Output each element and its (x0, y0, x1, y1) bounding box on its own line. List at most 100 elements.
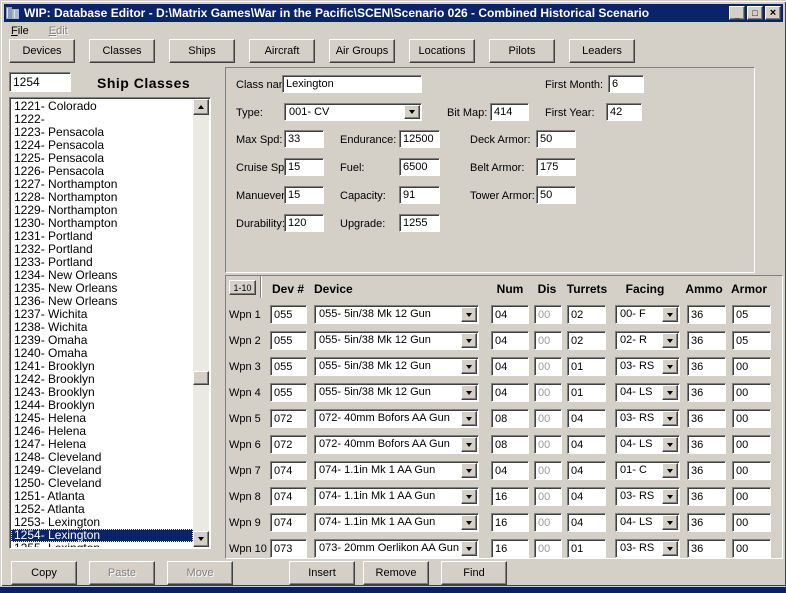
num-input[interactable] (491, 331, 529, 350)
dev-number-input[interactable] (270, 331, 307, 350)
weapons-range-button[interactable]: 1-10 (229, 280, 256, 295)
dis-input[interactable] (534, 383, 562, 402)
endurance-input[interactable] (399, 130, 440, 148)
dis-input[interactable] (534, 357, 562, 376)
dev-number-input[interactable] (270, 539, 307, 558)
footer-button[interactable]: Find (441, 561, 507, 585)
num-input[interactable] (491, 461, 529, 480)
armor-input[interactable] (732, 539, 771, 558)
facing-dropdown-button[interactable] (662, 515, 678, 530)
belt-armor-input[interactable] (536, 158, 576, 176)
scroll-up-button[interactable] (193, 99, 209, 115)
device-dropdown[interactable]: 055- 5in/38 Mk 12 Gun (314, 305, 479, 324)
dis-input[interactable] (534, 461, 562, 480)
vertical-scrollbar[interactable] (193, 99, 209, 547)
dis-input[interactable] (534, 305, 562, 324)
facing-dropdown[interactable]: 04- LS (615, 383, 680, 402)
facing-dropdown[interactable]: 03- RS (615, 409, 680, 428)
minimize-button[interactable]: _ (729, 6, 745, 20)
facing-dropdown-button[interactable] (662, 333, 678, 348)
num-input[interactable] (491, 487, 529, 506)
num-input[interactable] (491, 513, 529, 532)
dev-number-input[interactable] (270, 435, 307, 454)
dev-number-input[interactable] (270, 487, 307, 506)
tower-armor-input[interactable] (536, 186, 576, 204)
num-input[interactable] (491, 305, 529, 324)
facing-dropdown[interactable]: 03- RS (615, 357, 680, 376)
toolbar-button[interactable]: Aircraft (249, 39, 315, 63)
device-dropdown[interactable]: 073- 20mm Oerlikon AA Gun (314, 539, 479, 558)
footer-button[interactable]: Remove (363, 561, 429, 585)
device-dropdown-button[interactable] (461, 307, 477, 322)
upgrade-input[interactable] (399, 214, 440, 232)
facing-dropdown-button[interactable] (662, 359, 678, 374)
num-input[interactable] (491, 539, 529, 558)
turrets-input[interactable] (567, 305, 606, 324)
device-dropdown-button[interactable] (461, 411, 477, 426)
toolbar-button[interactable]: Air Groups (329, 39, 395, 63)
device-dropdown-button[interactable] (461, 489, 477, 504)
facing-dropdown-button[interactable] (662, 307, 678, 322)
ammo-input[interactable] (687, 435, 726, 454)
device-dropdown[interactable]: 072- 40mm Bofors AA Gun (314, 409, 479, 428)
dev-number-input[interactable] (270, 461, 307, 480)
ammo-input[interactable] (687, 383, 726, 402)
dev-number-input[interactable] (270, 513, 307, 532)
dis-input[interactable] (534, 435, 562, 454)
durability-input[interactable] (284, 214, 324, 232)
turrets-input[interactable] (567, 331, 606, 350)
facing-dropdown[interactable]: 04- LS (615, 435, 680, 454)
num-input[interactable] (491, 409, 529, 428)
facing-dropdown-button[interactable] (662, 411, 678, 426)
dis-input[interactable] (534, 539, 562, 558)
class-index-input[interactable] (9, 72, 71, 92)
dev-number-input[interactable] (270, 305, 307, 324)
menu-item[interactable]: Edit (47, 25, 70, 37)
facing-dropdown[interactable]: 02- R (615, 331, 680, 350)
armor-input[interactable] (732, 487, 771, 506)
ammo-input[interactable] (687, 305, 726, 324)
device-dropdown-button[interactable] (461, 463, 477, 478)
ammo-input[interactable] (687, 539, 726, 558)
toolbar-button[interactable]: Leaders (569, 39, 635, 63)
facing-dropdown-button[interactable] (662, 541, 678, 556)
device-dropdown-button[interactable] (461, 515, 477, 530)
dev-number-input[interactable] (270, 409, 307, 428)
first-month-input[interactable] (608, 75, 644, 93)
device-dropdown-button[interactable] (461, 385, 477, 400)
device-dropdown[interactable]: 055- 5in/38 Mk 12 Gun (314, 331, 479, 350)
scroll-down-button[interactable] (193, 531, 209, 547)
cruise-spd-input[interactable] (284, 158, 324, 176)
device-dropdown[interactable]: 055- 5in/38 Mk 12 Gun (314, 383, 479, 402)
dis-input[interactable] (534, 409, 562, 428)
armor-input[interactable] (732, 357, 771, 376)
toolbar-button[interactable]: Ships (169, 39, 235, 63)
list-item[interactable]: 1255- Lexington (11, 542, 193, 547)
ammo-input[interactable] (687, 461, 726, 480)
facing-dropdown-button[interactable] (662, 385, 678, 400)
turrets-input[interactable] (567, 487, 606, 506)
device-dropdown[interactable]: 074- 1.1in Mk 1 AA Gun (314, 487, 479, 506)
num-input[interactable] (491, 357, 529, 376)
num-input[interactable] (491, 383, 529, 402)
maximize-button[interactable]: □ (747, 6, 763, 20)
type-dropdown-button[interactable] (404, 105, 420, 119)
device-dropdown[interactable]: 055- 5in/38 Mk 12 Gun (314, 357, 479, 376)
deck-armor-input[interactable] (536, 130, 576, 148)
footer-button[interactable]: Copy (11, 561, 77, 585)
device-dropdown-button[interactable] (461, 333, 477, 348)
armor-input[interactable] (732, 305, 771, 324)
footer-button[interactable]: Move (167, 561, 233, 585)
turrets-input[interactable] (567, 513, 606, 532)
capacity-input[interactable] (399, 186, 440, 204)
dis-input[interactable] (534, 513, 562, 532)
ship-class-listbox[interactable]: 1221- Colorado1222-1223- Pensacola1224- … (9, 97, 211, 549)
device-dropdown[interactable]: 074- 1.1in Mk 1 AA Gun (314, 461, 479, 480)
dev-number-input[interactable] (270, 383, 307, 402)
armor-input[interactable] (732, 435, 771, 454)
device-dropdown-button[interactable] (461, 541, 477, 556)
footer-button[interactable]: Insert (289, 561, 355, 585)
class-name-input[interactable] (282, 75, 422, 93)
ammo-input[interactable] (687, 357, 726, 376)
turrets-input[interactable] (567, 409, 606, 428)
